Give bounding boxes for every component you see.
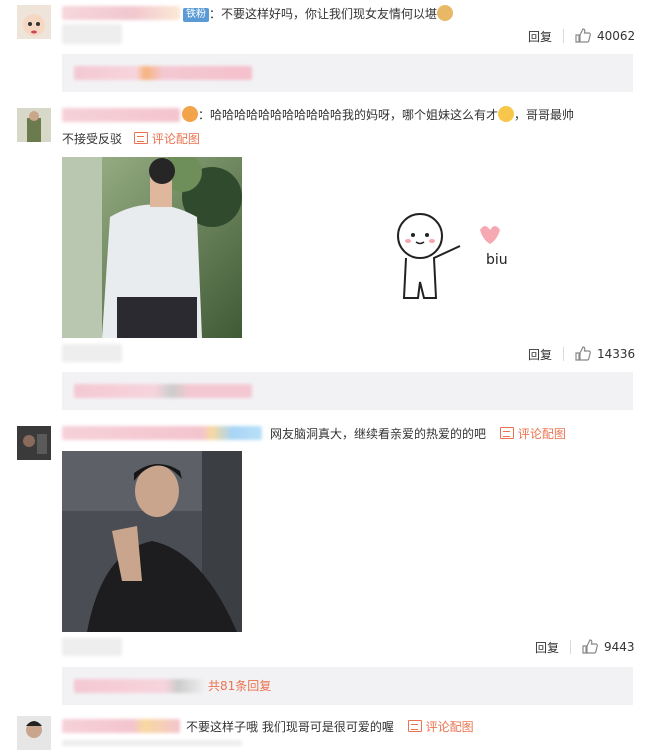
- meta-blurred: [62, 638, 122, 656]
- like-button[interactable]: 14336: [575, 346, 635, 361]
- reply-button[interactable]: 回复: [528, 28, 552, 45]
- divider: [563, 347, 564, 361]
- laugh-cry-emoji-icon: [498, 106, 515, 122]
- username-blurred[interactable]: [62, 719, 180, 733]
- avatar[interactable]: [17, 426, 51, 460]
- divider: [570, 640, 571, 654]
- meta-blurred: [62, 344, 122, 362]
- avatar[interactable]: [17, 5, 51, 39]
- photo-man-white-shirt: [62, 157, 242, 338]
- comment-photo[interactable]: [62, 451, 242, 632]
- like-button[interactable]: 9443: [582, 639, 635, 654]
- reply-button[interactable]: 回复: [535, 639, 559, 656]
- thumbs-up-icon: [582, 639, 598, 654]
- view-image-link[interactable]: 评论配图: [407, 720, 474, 734]
- comment-text: 不要这样子哦 我们现哥可是很可爱的喔 评论配图: [186, 720, 474, 734]
- reply-blurred: [74, 384, 252, 398]
- thumbs-up-icon: [575, 28, 591, 43]
- reply-blurred: [74, 679, 204, 693]
- reply-preview[interactable]: 共81条回复: [62, 667, 633, 705]
- username-blurred[interactable]: [62, 108, 180, 122]
- comment-text: 铁粉 ：不要这样好吗，你让我们现女友情何以堪: [183, 5, 454, 22]
- reply-button[interactable]: 回复: [528, 346, 552, 363]
- image-icon: [133, 132, 148, 144]
- comment-text: 网友脑洞真大，继续看亲爱的热爱的的吧 评论配图: [270, 427, 566, 441]
- fan-badge: 铁粉: [183, 8, 209, 22]
- view-image-link[interactable]: 评论配图: [133, 132, 200, 146]
- reply-blurred: [74, 66, 252, 80]
- username-blurred[interactable]: [62, 426, 262, 440]
- sticker-text: biu: [486, 252, 508, 268]
- avatar-image: [17, 108, 51, 142]
- like-count: 9443: [604, 639, 635, 654]
- username-blurred[interactable]: [62, 6, 180, 20]
- image-icon: [499, 427, 514, 439]
- avatar[interactable]: [17, 108, 51, 142]
- comment-text: ：哈哈哈哈哈哈哈哈哈哈哈我的妈呀，哪个姐妹这么有才 ，哥哥最帅: [182, 106, 574, 123]
- view-all-replies-link[interactable]: 共81条回复: [208, 678, 271, 694]
- meta-blurred: [62, 24, 122, 44]
- reply-preview[interactable]: [62, 372, 633, 410]
- like-button[interactable]: 40062: [575, 28, 635, 43]
- comment-text-line2: 不接受反驳 评论配图: [62, 132, 200, 146]
- reply-preview[interactable]: [62, 54, 633, 92]
- emoji-icon: [182, 106, 198, 122]
- biu-sticker: biu: [390, 208, 520, 315]
- avatar-image: [17, 426, 51, 460]
- photo-man-black-tshirt: [62, 451, 242, 632]
- thumbs-up-icon: [575, 346, 591, 361]
- comment-photo[interactable]: [62, 157, 242, 338]
- view-image-link[interactable]: 评论配图: [499, 427, 566, 441]
- emoji-icon: [437, 5, 454, 21]
- divider: [563, 29, 564, 43]
- image-icon: [407, 720, 422, 732]
- meta-blurred: [62, 740, 242, 746]
- avatar-image: [17, 5, 51, 39]
- like-count: 14336: [597, 346, 636, 361]
- sticker-drawing: biu: [397, 213, 508, 299]
- like-count: 40062: [597, 28, 636, 43]
